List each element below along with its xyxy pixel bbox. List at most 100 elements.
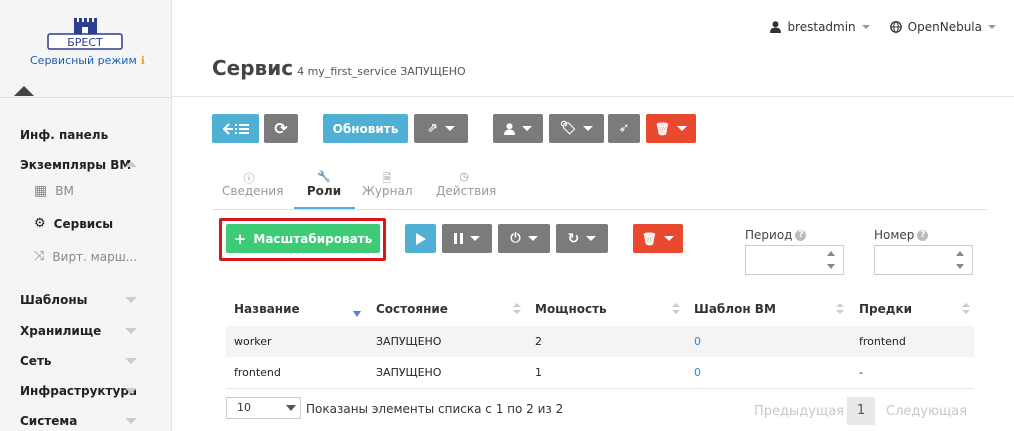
play-button[interactable] — [405, 224, 436, 253]
column-header-vm-template[interactable]: Шаблон ВМ — [694, 302, 776, 316]
topbar: brestadmin OpenNebula — [770, 20, 996, 34]
caret-down-icon — [861, 25, 870, 29]
share-icon: ⇗ — [427, 121, 438, 136]
service-mode-label: Сервисный режим ℹ — [30, 54, 145, 67]
deploy-button[interactable]: ➶ — [608, 114, 640, 143]
sort-icon[interactable] — [836, 303, 844, 314]
period-label: Период? — [745, 228, 807, 242]
chevron-down-icon[interactable] — [125, 297, 137, 303]
chevron-down-icon[interactable] — [125, 358, 137, 364]
sort-icon[interactable] — [513, 303, 521, 314]
help-icon[interactable]: ? — [795, 229, 807, 241]
clock-icon: ◷ — [459, 170, 469, 183]
sidebar-subitem-vm[interactable]: ▦ ВМ — [34, 183, 74, 199]
plus-icon: + — [233, 229, 247, 248]
info-icon: ⓘ — [243, 172, 255, 185]
pagination-previous[interactable]: Предыдущая — [754, 404, 844, 419]
pagination-current-page[interactable]: 1 — [847, 397, 875, 425]
user-icon — [770, 21, 782, 33]
sidebar-divider — [0, 97, 171, 98]
pagination-next[interactable]: Следующая — [886, 404, 967, 419]
pause-icon — [454, 233, 463, 244]
back-list-icon — [222, 122, 249, 135]
pause-dropdown-button[interactable] — [442, 224, 492, 253]
role-delete-dropdown-button[interactable]: 🗑 — [633, 224, 683, 253]
tab-info[interactable]: ⓘ Сведения — [222, 170, 283, 198]
table-row[interactable]: frontend ЗАПУЩЕНО 1 0 - — [226, 357, 974, 388]
spinner-arrows-icon[interactable] — [825, 251, 837, 269]
svg-text:БРЕСТ: БРЕСТ — [67, 36, 103, 49]
zone-menu[interactable]: OpenNebula — [889, 20, 996, 34]
sidebar-item-dashboard[interactable]: Инф. панель — [20, 128, 108, 142]
brest-logo[interactable]: БРЕСТ — [46, 16, 124, 52]
tabs-divider — [212, 209, 987, 210]
table-bottom-divider — [226, 388, 974, 389]
scale-button[interactable]: + Масштабировать — [226, 224, 380, 253]
chevron-up-icon[interactable] — [125, 161, 137, 167]
file-icon: 🗎 — [382, 172, 392, 185]
chevron-down-icon[interactable] — [125, 388, 137, 394]
sidebar-item-infrastructure[interactable]: Инфраструктура — [20, 384, 137, 398]
period-input[interactable] — [745, 245, 844, 275]
caret-down-icon — [470, 236, 480, 241]
play-icon — [415, 232, 426, 245]
tab-roles[interactable]: 🔧 Роли — [301, 170, 347, 198]
sort-desc-icon[interactable] — [353, 311, 361, 317]
sort-icon[interactable] — [962, 303, 970, 314]
tab-actions[interactable]: ◷ Действия — [436, 170, 496, 198]
rocket-icon: ➶ — [618, 121, 630, 136]
sidebar-item-system[interactable]: Система — [20, 414, 77, 428]
table-row[interactable]: worker ЗАПУЩЕНО 2 0 frontend — [226, 326, 974, 357]
reboot-icon: ↻ — [567, 230, 580, 247]
sidebar-subitem-services[interactable]: ⚙ Сервисы — [34, 216, 113, 231]
caret-down-icon — [664, 236, 675, 241]
update-button[interactable]: Обновить — [323, 114, 408, 143]
labels-dropdown-button[interactable]: 🏷 — [549, 114, 604, 143]
power-icon: ⏻ — [510, 231, 521, 246]
services-icon: ⚙ — [34, 216, 46, 231]
page-size-select[interactable]: 10 — [226, 397, 301, 419]
trash-icon: 🗑 — [654, 121, 671, 136]
chevron-down-icon[interactable] — [125, 328, 137, 334]
number-label: Номер? — [874, 228, 929, 242]
page-title: Сервис 4 my_first_service ЗАПУЩЕНО — [212, 56, 466, 80]
column-header-state[interactable]: Состояние — [376, 302, 448, 316]
column-header-name[interactable]: Название — [234, 302, 300, 316]
trash-icon: 🗑 — [641, 231, 658, 246]
refresh-icon: ⟳ — [274, 119, 288, 138]
column-header-parents[interactable]: Предки — [859, 302, 912, 316]
number-input[interactable] — [874, 245, 973, 275]
caret-down-icon — [286, 405, 296, 411]
reload-button[interactable]: ⟳ — [264, 114, 298, 143]
wrench-icon: 🔧 — [317, 170, 331, 183]
help-icon[interactable]: ? — [917, 229, 929, 241]
tab-log[interactable]: 🗎 Журнал — [362, 170, 413, 198]
user-menu[interactable]: brestadmin — [770, 20, 870, 34]
owner-dropdown-button[interactable] — [493, 114, 543, 143]
caret-down-icon — [527, 236, 538, 241]
sidebar-item-network[interactable]: Сеть — [20, 354, 52, 368]
caret-down-icon — [677, 126, 688, 131]
caret-down-icon — [522, 126, 532, 131]
power-dropdown-button[interactable]: ⏻ — [498, 224, 550, 253]
sidebar-item-vm-instances[interactable]: Экземпляры ВМ — [20, 158, 131, 172]
user-icon — [504, 122, 515, 135]
caret-down-icon — [988, 25, 996, 29]
collapse-arrow-icon[interactable] — [14, 86, 34, 96]
caret-down-icon — [583, 126, 594, 131]
grid-icon: ▦ — [34, 183, 48, 199]
back-to-list-button[interactable] — [212, 114, 259, 143]
sort-icon[interactable] — [672, 303, 680, 314]
pagination-info: Показаны элементы списка с 1 по 2 из 2 — [306, 402, 564, 416]
reboot-dropdown-button[interactable]: ↻ — [556, 224, 608, 253]
chevron-down-icon[interactable] — [125, 418, 137, 424]
sidebar-item-templates[interactable]: Шаблоны — [20, 293, 87, 307]
sidebar-item-storage[interactable]: Хранилище — [20, 324, 101, 338]
delete-dropdown-button[interactable]: 🗑 — [646, 114, 696, 143]
caret-down-icon — [586, 236, 597, 241]
column-header-cardinality[interactable]: Мощность — [535, 302, 607, 316]
spinner-arrows-icon[interactable] — [954, 251, 966, 269]
share-dropdown-button[interactable]: ⇗ — [414, 114, 468, 143]
sidebar-subitem-virtual-routers[interactable]: ⤨ Вирт. марш... — [34, 249, 137, 264]
info-icon[interactable]: ℹ — [141, 54, 145, 67]
